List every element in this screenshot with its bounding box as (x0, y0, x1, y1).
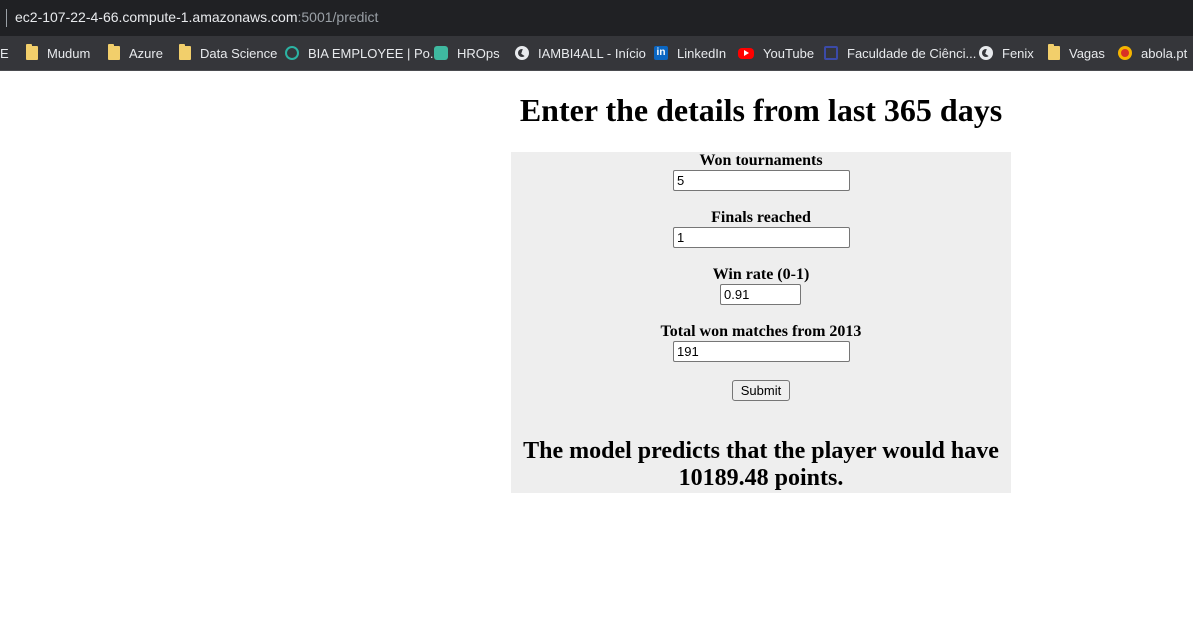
won-tournaments-label: Won tournaments (699, 152, 823, 169)
bookmark-label: IAMBI4ALL - Início (538, 45, 646, 61)
bookmarks-bar: E Mudum Azure Data Science BIA EMPLOYEE … (0, 36, 1193, 71)
url-host: ec2-107-22-4-66.compute-1.amazonaws.com (15, 9, 298, 25)
bookmark-abola[interactable]: abola.pt (1118, 36, 1187, 70)
bookmark-iambi4all[interactable]: IAMBI4ALL - Início (515, 36, 646, 70)
url-path: :5001/predict (297, 9, 379, 25)
linkedin-icon: in (654, 46, 668, 60)
bookmark-label: abola.pt (1141, 45, 1188, 61)
total-won-matches-input[interactable] (673, 341, 850, 362)
browser-address-bar[interactable]: ec2-107-22-4-66.compute-1.amazonaws.com:… (0, 0, 1193, 36)
bookmark-partial[interactable]: E (0, 36, 9, 70)
bookmark-label: Vagas (1069, 45, 1105, 61)
bookmark-label: Mudum (47, 45, 91, 61)
url-text[interactable]: ec2-107-22-4-66.compute-1.amazonaws.com:… (15, 9, 378, 25)
abola-icon (1118, 46, 1132, 60)
folder-icon (108, 44, 120, 60)
prediction-form: Won tournaments Finals reached Win rate … (511, 152, 1011, 493)
bookmark-fenix[interactable]: Fenix (979, 36, 1034, 70)
bookmark-azure[interactable]: Azure (108, 36, 163, 70)
bookmark-youtube[interactable]: YouTube (738, 36, 814, 70)
bookmark-label: YouTube (763, 45, 815, 61)
bookmark-label: HROps (457, 45, 500, 61)
bookmark-label: Data Science (200, 45, 278, 61)
submit-button[interactable]: Submit (732, 380, 790, 401)
bookmark-faculdade[interactable]: Faculdade de Ciênci... (824, 36, 976, 70)
youtube-icon (738, 47, 754, 59)
folder-icon (26, 44, 38, 60)
win-rate-input[interactable] (720, 284, 801, 305)
bookmark-bia-employee[interactable]: BIA EMPLOYEE | Po... (285, 36, 441, 70)
prediction-result: The model predicts that the player would… (523, 438, 999, 491)
bookmark-hrops[interactable]: HROps (434, 36, 500, 70)
bookmark-label: BIA EMPLOYEE | Po... (308, 45, 441, 61)
finals-reached-label: Finals reached (711, 209, 811, 226)
bookmark-label: Fenix (1002, 45, 1034, 61)
win-rate-label: Win rate (0-1) (712, 266, 810, 283)
bookmark-linkedin[interactable]: in LinkedIn (654, 36, 726, 70)
bia-icon (285, 46, 299, 60)
total-won-matches-label: Total won matches from 2013 (660, 323, 862, 340)
folder-icon (1048, 44, 1060, 60)
address-caret (6, 9, 7, 27)
bookmark-label: E (0, 45, 9, 61)
folder-icon (179, 44, 191, 60)
globe-icon (979, 46, 993, 60)
won-tournaments-input[interactable] (673, 170, 850, 191)
bookmark-label: LinkedIn (677, 45, 727, 61)
bookmark-data-science[interactable]: Data Science (179, 36, 277, 70)
bookmark-vagas[interactable]: Vagas (1048, 36, 1105, 70)
faculdade-icon (824, 46, 838, 60)
finals-reached-input[interactable] (673, 227, 850, 248)
globe-icon (515, 46, 529, 60)
hrops-icon (434, 46, 448, 60)
bookmark-mudum[interactable]: Mudum (26, 36, 90, 70)
page-title: Enter the details from last 365 days (519, 92, 1003, 128)
bookmark-label: Faculdade de Ciênci... (847, 45, 977, 61)
bookmark-label: Azure (129, 45, 163, 61)
